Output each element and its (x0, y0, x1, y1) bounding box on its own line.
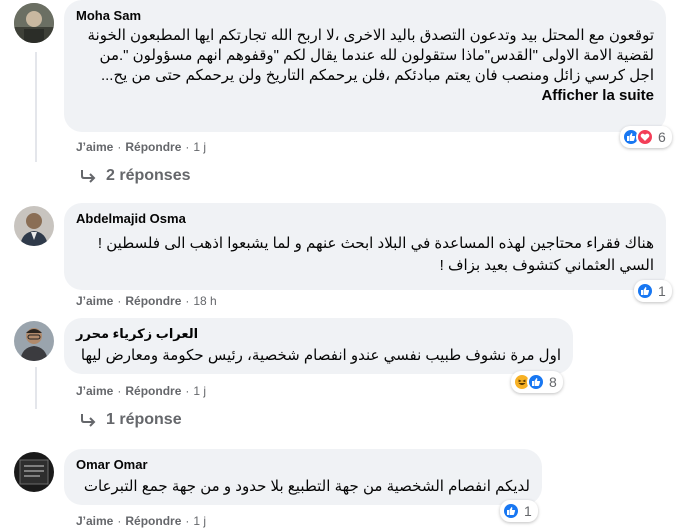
comment-text: توقعون مع المحتل بيد وتدعون التصدق باليد… (76, 26, 654, 106)
comment-bubble: Moha Sam توقعون مع المحتل بيد وتدعون الت… (64, 0, 666, 132)
like-icon (636, 282, 654, 300)
timestamp[interactable]: 1 j (193, 514, 206, 528)
reaction-count: 1 (658, 283, 666, 299)
reply-button[interactable]: Répondre (125, 294, 181, 308)
replies-count-label: 2 réponses (106, 167, 191, 184)
thread-line (35, 367, 37, 409)
reply-button[interactable]: Répondre (125, 384, 181, 398)
thread-line (35, 52, 37, 162)
author-name[interactable]: العراب زكرياء محرر (76, 326, 561, 342)
reaction-count: 1 (524, 503, 532, 519)
timestamp[interactable]: 18 h (193, 294, 216, 308)
author-name[interactable]: Moha Sam (76, 8, 654, 24)
like-button[interactable]: J’aime (76, 384, 113, 398)
like-icon (502, 502, 520, 520)
replies-count-label: 1 réponse (106, 411, 182, 428)
reaction-count: 6 (658, 129, 666, 145)
reply-button[interactable]: Répondre (125, 514, 181, 528)
comment-body: توقعون مع المحتل بيد وتدعون التصدق باليد… (87, 27, 654, 84)
see-more-link[interactable]: Afficher la suite (541, 87, 654, 104)
reply-arrow-icon (81, 170, 96, 183)
reaction-count: 8 (549, 374, 557, 390)
comment-text: اول مرة نشوف طبيب نفسي عندو انفصام شخصية… (80, 347, 561, 364)
reaction-summary[interactable]: 1 (634, 280, 672, 302)
timestamp[interactable]: 1 j (193, 384, 206, 398)
comment-text: هناك فقراء محتاجين لهذه المساعدة في البل… (97, 235, 654, 274)
reply-button[interactable]: Répondre (125, 140, 181, 154)
comment-actions: J’aime · Répondre · 1 j (76, 514, 207, 528)
avatar[interactable] (14, 3, 54, 43)
avatar[interactable] (14, 321, 54, 361)
reaction-summary[interactable]: 8 (511, 371, 563, 393)
comment-actions: J’aime · Répondre · 18 h (76, 294, 217, 308)
comment-text: لديكم انفصام الشخصية من جهة التطبيع بلا … (83, 478, 530, 495)
like-icon (527, 373, 545, 391)
comment-actions: J’aime · Répondre · 1 j (76, 384, 207, 398)
author-name[interactable]: Abdelmajid Osma (76, 211, 654, 227)
comment-bubble: Omar Omar لديكم انفصام الشخصية من جهة ال… (64, 449, 542, 505)
comment-bubble: Abdelmajid Osma هناك فقراء محتاجين لهذه … (64, 203, 666, 290)
like-button[interactable]: J’aime (76, 294, 113, 308)
view-replies-link[interactable]: 2 réponses (80, 167, 190, 185)
timestamp[interactable]: 1 j (193, 140, 206, 154)
avatar[interactable] (14, 206, 54, 246)
reaction-summary[interactable]: 1 (500, 500, 538, 522)
reply-arrow-icon (81, 414, 96, 427)
reaction-summary[interactable]: 6 (620, 126, 672, 148)
author-name[interactable]: Omar Omar (76, 457, 530, 473)
comment-actions: J’aime · Répondre · 1 j (76, 140, 207, 154)
love-icon (636, 128, 654, 146)
like-button[interactable]: J’aime (76, 514, 113, 528)
comment-bubble: العراب زكرياء محرر اول مرة نشوف طبيب نفس… (64, 318, 573, 374)
like-button[interactable]: J’aime (76, 140, 113, 154)
avatar[interactable] (14, 452, 54, 492)
view-replies-link[interactable]: 1 réponse (80, 411, 182, 429)
